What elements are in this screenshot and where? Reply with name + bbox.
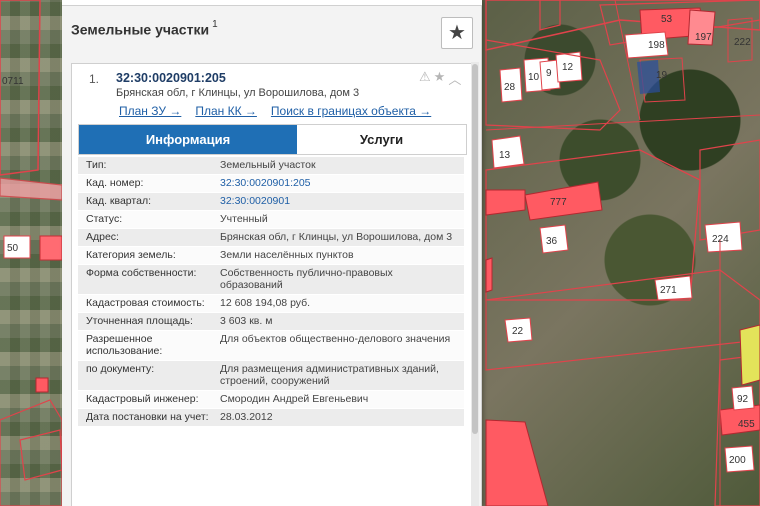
- favorites-button[interactable]: ★: [441, 17, 473, 49]
- plan-kk-link[interactable]: План КК →: [195, 104, 257, 118]
- tab-services[interactable]: Услуги: [297, 125, 466, 154]
- info-value: Учтенный: [220, 213, 268, 225]
- info-value: Собственность публично-правовых образова…: [220, 267, 393, 291]
- warning-icon[interactable]: ⚠: [419, 69, 431, 88]
- tab-information[interactable]: Информация: [79, 125, 297, 154]
- parcel-label: 200: [729, 455, 746, 466]
- info-value: Смородин Андрей Евгеньевич: [220, 393, 369, 405]
- info-key: Тип:: [86, 159, 107, 171]
- info-row-status: Статус: Учтенный: [78, 211, 464, 229]
- parcel-label: 36: [546, 236, 558, 247]
- info-value: Брянская обл, г Клинцы, ул Ворошилова, д…: [220, 231, 453, 243]
- info-row-by-document: по документу: Для размещения администрат…: [78, 361, 464, 391]
- info-key: Кадастровая стоимость:: [86, 297, 205, 309]
- parcel-label: 22: [512, 326, 524, 337]
- parcel-label: 777: [550, 197, 567, 208]
- info-row-type: Тип: Земельный участок: [78, 157, 464, 175]
- info-tabs: Информация Услуги: [78, 124, 467, 155]
- scrollbar-thumb[interactable]: [472, 64, 478, 434]
- info-key: Уточненная площадь:: [86, 315, 193, 327]
- info-value: Для размещения административных зданий, …: [220, 363, 439, 387]
- parcel-label: 271: [660, 285, 677, 296]
- parcel-label: 455: [738, 419, 755, 430]
- info-key: Кадастровый инженер:: [86, 393, 199, 405]
- info-key: Дата постановки на учет:: [86, 411, 209, 423]
- result-card: 1. 32:30:0020901:205 Брянская обл, г Кли…: [71, 63, 474, 506]
- result-cadastral-number[interactable]: 32:30:0020901:205: [116, 71, 226, 85]
- info-table: Тип: Земельный участок Кад. номер: 32:30…: [78, 157, 464, 427]
- info-row-area: Уточненная площадь: 3 603 кв. м: [78, 313, 464, 331]
- parcel-label: 19: [656, 70, 668, 81]
- parcel-label: 9: [546, 68, 552, 79]
- info-row-permitted-use: Разрешенное использование: Для объектов …: [78, 331, 464, 361]
- result-links: План ЗУ → План КК → Поиск в границах объ…: [119, 104, 431, 118]
- info-row-cadastral-value: Кадастровая стоимость: 12 608 194,08 руб…: [78, 295, 464, 313]
- parcel-label: 53: [661, 14, 673, 25]
- result-index: 1.: [89, 72, 100, 86]
- info-row-land-category: Категория земель: Земли населённых пункт…: [78, 247, 464, 265]
- parcel-label: 224: [712, 234, 729, 245]
- info-value: 12 608 194,08 руб.: [220, 297, 311, 309]
- info-key: Разрешенное использование:: [86, 333, 163, 357]
- info-value: Для объектов общественно-делового значен…: [220, 333, 451, 345]
- parcel-label: 50: [7, 243, 19, 254]
- parcel-label: 0711: [2, 76, 24, 87]
- info-row-cadnum: Кад. номер: 32:30:0020901:205: [78, 175, 464, 193]
- result-address: Брянская обл, г Клинцы, ул Ворошилова, д…: [116, 87, 360, 99]
- info-key: Адрес:: [86, 231, 119, 243]
- info-key: Кад. квартал:: [86, 195, 151, 207]
- plan-zu-link[interactable]: План ЗУ →: [119, 104, 181, 118]
- info-row-engineer: Кадастровый инженер: Смородин Андрей Евг…: [78, 391, 464, 409]
- info-row-registration-date: Дата постановки на учет: 28.03.2012: [78, 409, 464, 427]
- panel-scrollbar[interactable]: [471, 62, 479, 506]
- info-row-address: Адрес: Брянская обл, г Клинцы, ул Вороши…: [78, 229, 464, 247]
- info-key: по документу:: [86, 363, 155, 375]
- cadastral-number-link[interactable]: 32:30:0020901:205: [220, 177, 464, 189]
- panel-title: Земельные участки 1: [71, 19, 218, 38]
- results-count: 1: [212, 19, 218, 30]
- info-value: 3 603 кв. м: [220, 315, 273, 327]
- parcel-label: 10: [528, 72, 540, 83]
- results-panel: Земельные участки 1 ★ 1. 32:30:0020901:20…: [62, 0, 482, 506]
- panel-header: Земельные участки 1 ★: [62, 6, 482, 58]
- info-value: Земли населённых пунктов: [220, 249, 354, 261]
- info-value: 28.03.2012: [220, 411, 273, 423]
- chevron-up-icon[interactable]: ︿: [448, 69, 461, 88]
- parcel-label: 92: [737, 394, 749, 405]
- info-value: Земельный участок: [220, 159, 316, 171]
- info-key: Категория земель:: [86, 249, 176, 261]
- parcel-label: 13: [499, 150, 511, 161]
- info-key: Статус:: [86, 213, 123, 225]
- info-row-ownership: Форма собственности: Собственность публи…: [78, 265, 464, 295]
- info-row-quarter: Кад. квартал: 32:30:0020901: [78, 193, 464, 211]
- card-actions: ⚠ ★ ︿: [419, 69, 461, 88]
- search-in-bounds-link[interactable]: Поиск в границах объекта →: [271, 104, 431, 118]
- cadastral-quarter-link[interactable]: 32:30:0020901: [220, 195, 464, 207]
- info-key: Кад. номер:: [86, 177, 144, 189]
- info-key: Форма собственности:: [86, 267, 197, 279]
- panel-title-text: Земельные участки: [71, 21, 210, 38]
- parcel-label: 222: [734, 37, 751, 48]
- parcel-label: 12: [562, 62, 574, 73]
- parcel-label: 28: [504, 82, 516, 93]
- parcel-label: 198: [648, 40, 665, 51]
- star-icon: ★: [448, 22, 466, 44]
- parcel-label: 197: [695, 32, 712, 43]
- star-icon[interactable]: ★: [434, 69, 446, 88]
